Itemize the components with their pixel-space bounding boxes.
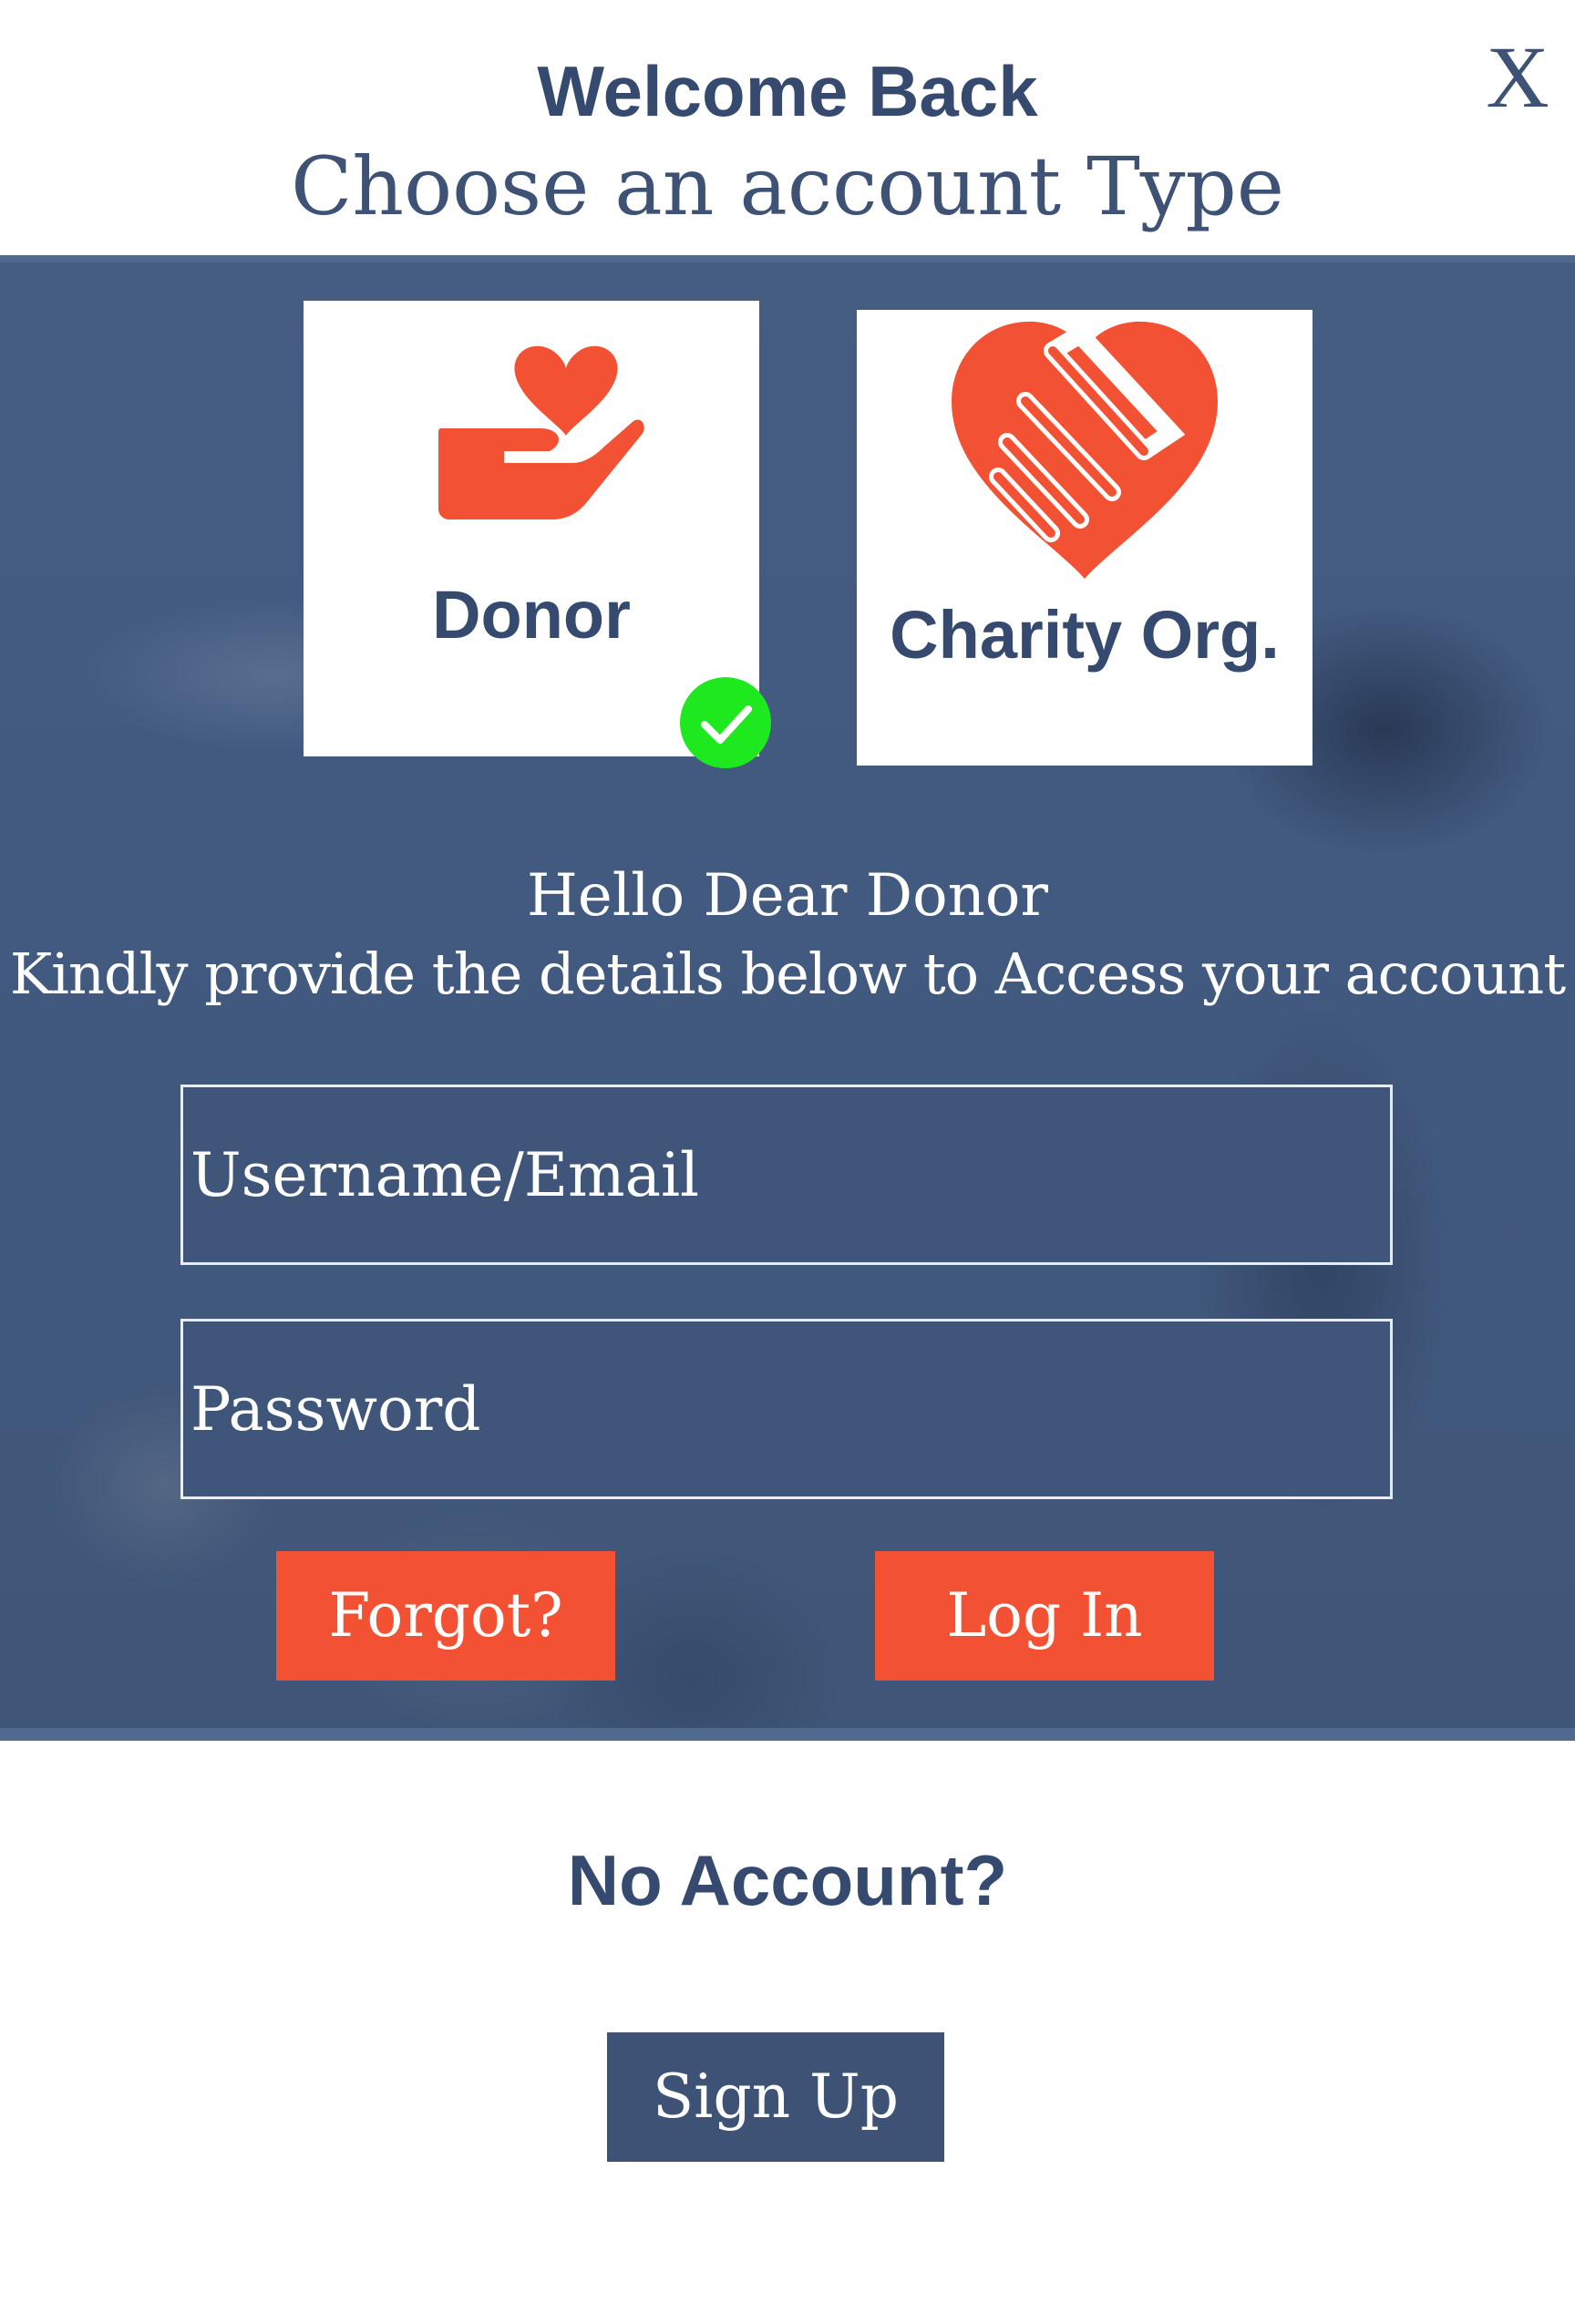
checkmark-circle-icon	[680, 677, 771, 768]
login-button[interactable]: Log In	[875, 1551, 1214, 1681]
hero-panel: Donor Charity Org. Hello Dear Donor Kind…	[0, 255, 1575, 1741]
page-title: Welcome Back	[537, 51, 1038, 131]
greeting-instructions: Kindly provide the details below to Acce…	[9, 941, 1566, 1007]
page-subtitle: Choose an account Type	[291, 139, 1284, 233]
login-modal: X Welcome Back Choose an account Type Do…	[0, 0, 1575, 2324]
password-field[interactable]	[180, 1319, 1393, 1499]
forgot-password-button[interactable]: Forgot?	[276, 1551, 615, 1681]
hand-heart-icon	[438, 345, 644, 519]
no-account-text: No Account?	[567, 1840, 1008, 1920]
password-input[interactable]	[190, 1321, 1390, 1496]
charity-label: Charity Org.	[890, 597, 1280, 673]
username-email-input[interactable]	[190, 1087, 1390, 1262]
greeting-heading: Hello Dear Donor	[527, 862, 1048, 930]
account-type-charity-card[interactable]: Charity Org.	[857, 310, 1312, 766]
sign-up-button[interactable]: Sign Up	[607, 2032, 944, 2162]
username-email-field[interactable]	[180, 1085, 1393, 1265]
handshake-heart-icon	[952, 321, 1218, 579]
donor-label: Donor	[432, 577, 631, 653]
